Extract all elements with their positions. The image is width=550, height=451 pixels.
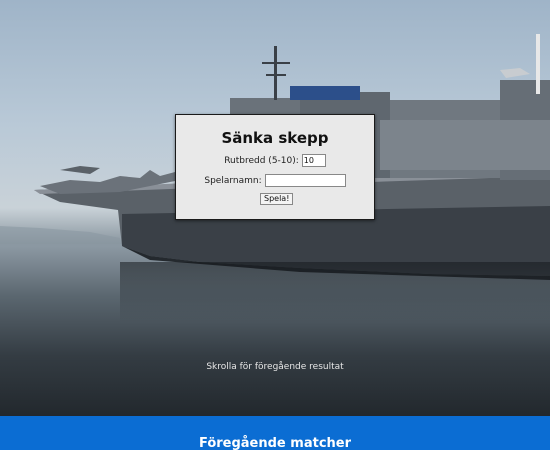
grid-width-input[interactable]: [301, 154, 326, 167]
player-name-label: Spelarnamn:: [204, 175, 262, 186]
play-button[interactable]: Spela!: [260, 193, 294, 205]
player-name-row: Spelarnamn:: [176, 174, 374, 187]
game-title: Sänka skepp: [221, 129, 329, 147]
scroll-hint: Skrolla för föregående resultat: [206, 362, 344, 372]
hero-background: Sänka skepp Rutbredd (5-10): Spelarnamn:…: [0, 0, 550, 416]
grid-width-row: Rutbredd (5-10):: [176, 154, 374, 167]
new-game-dialog: Sänka skepp Rutbredd (5-10): Spelarnamn:…: [175, 114, 375, 220]
ship-reflection: [120, 262, 550, 322]
previous-matches-section: Föregående matcher: [0, 416, 550, 451]
grid-width-label: Rutbredd (5-10):: [224, 155, 299, 166]
previous-matches-title: Föregående matcher: [198, 436, 352, 451]
player-name-input[interactable]: [264, 174, 346, 187]
